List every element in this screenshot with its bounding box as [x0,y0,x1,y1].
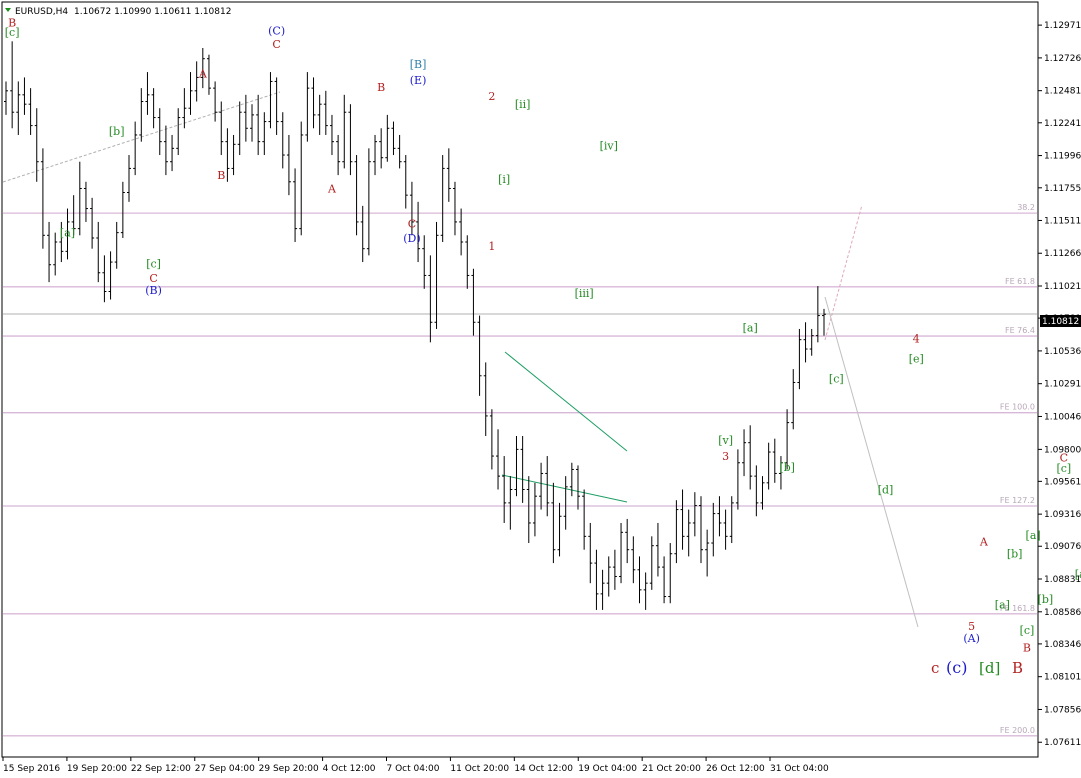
price-tick-label: 1.08101 [1044,673,1081,683]
wave-label: 4 [913,332,920,345]
time-tick-label: 26 Oct 12:00 [706,764,765,774]
wave-label: A [198,67,208,80]
wave-label: (A) [963,632,980,645]
wave-label: (E) [410,74,427,87]
wave-label: A [979,536,989,549]
price-tick-label: 1.10536 [1044,347,1081,357]
wave-label: C [149,272,157,285]
price-tick-label: 1.09076 [1044,542,1081,552]
price-tick-label: 1.11021 [1044,282,1081,292]
wave-label: [c] [1056,462,1071,475]
wave-label: (D) [403,232,420,245]
price-tick-label: 1.08831 [1044,575,1081,585]
wave-label: [c] [1020,624,1035,637]
fib-level-label: FE 127.2 [1000,496,1035,505]
price-tick-label: 1.07611 [1044,738,1081,748]
time-tick-label: 15 Sep 2016 [3,764,60,774]
wave-label: [b] [1038,593,1054,606]
fib-level-label: FE 100.0 [1000,403,1035,412]
price-tick-label: 1.08586 [1044,608,1081,618]
wave-label: [b] [1007,548,1023,561]
target-wave-tag: [d] [979,659,1000,677]
wave-label: A [327,182,337,195]
price-tick-label: 1.11266 [1044,249,1081,259]
wave-label: 1 [488,240,495,253]
fib-level-label: FE 200.0 [1000,726,1035,735]
wave-label: 3 [722,450,729,463]
ohlc-values: 1.10672 1.10990 1.10611 1.10812 [74,7,231,17]
time-tick-label: 27 Sep 04:00 [195,764,255,774]
wave-label: B [1023,641,1031,654]
price-tick-label: 1.10046 [1044,412,1081,422]
wave-label: [b] [109,125,125,138]
current-price-tag: 1.10812 [1040,315,1081,327]
wave-label: [c] [5,26,20,39]
time-tick-label: 22 Sep 12:00 [131,764,191,774]
price-tick-label: 1.09561 [1044,477,1081,487]
wave-label: [ii] [515,98,531,111]
time-tick-label: 7 Oct 04:00 [387,764,440,774]
time-tick-label: 11 Oct 20:00 [450,764,509,774]
fib-level-label: FE 76.4 [1005,326,1035,335]
wave-label: B [217,169,225,182]
current-price-label: 1.10812 [1042,317,1079,327]
wave-label: [a] [60,227,75,240]
wave-label: [iii] [575,287,594,300]
fib-level-label: 38.2 [1017,203,1035,212]
wave-label: B [377,81,385,94]
wave-label: [v] [718,434,733,447]
time-tick-label: 19 Oct 04:00 [578,764,637,774]
wave-label: (C) [268,25,285,38]
price-tick-label: 1.11511 [1044,216,1081,226]
price-tick-label: 1.11996 [1044,152,1081,162]
price-tick-label: 1.12726 [1044,54,1081,64]
price-tick-label: 1.10291 [1044,380,1081,390]
price-tick-label: 1.07856 [1044,705,1081,715]
wave-label: C [272,38,280,51]
wave-label: [c] [829,372,844,385]
wave-label: [b] [779,461,795,474]
target-wave-tag: B [1012,659,1023,677]
wave-label: [d] [878,484,894,497]
wave-label: [a] [995,599,1010,612]
time-tick-label: 31 Oct 04:00 [770,764,829,774]
wave-label: [B] [410,58,427,71]
fib-level-label: FE 61.8 [1005,277,1035,286]
wave-label: [c] [146,257,161,270]
symbol-label: EURUSD,H4 [15,7,68,17]
wave-label: [iv] [600,140,618,153]
wave-label: [a] [743,322,758,335]
chart-header: EURUSD,H4 1.10672 1.10990 1.10611 1.1081… [5,7,231,17]
price-tick-label: 1.09800 [1044,445,1081,455]
price-chart: 38.2FE 61.8FE 76.4FE 100.0FE 127.2FE 161… [0,0,1081,778]
time-tick-label: 19 Sep 20:00 [67,764,127,774]
price-tick-label: 1.12241 [1044,119,1081,129]
target-wave-tag: (c) [946,658,967,677]
wave-label: (B) [145,284,162,297]
time-tick-label: 14 Oct 12:00 [514,764,573,774]
price-tick-label: 1.12481 [1044,87,1081,97]
time-tick-label: 4 Oct 12:00 [323,764,376,774]
wave-label: 2 [488,90,495,103]
price-tick-label: 1.09316 [1044,510,1081,520]
price-tick-label: 1.11755 [1044,184,1081,194]
wave-label: [i] [498,173,510,186]
time-tick-label: 29 Sep 20:00 [259,764,319,774]
wave-label: [e] [909,352,924,365]
target-wave-tag: c [931,659,939,677]
price-tick-label: 1.08346 [1044,640,1081,650]
wave-label: [a] [1026,529,1041,542]
time-tick-label: 21 Oct 20:00 [642,764,701,774]
wave-label: C [408,217,416,230]
price-tick-label: 1.12971 [1044,21,1081,31]
